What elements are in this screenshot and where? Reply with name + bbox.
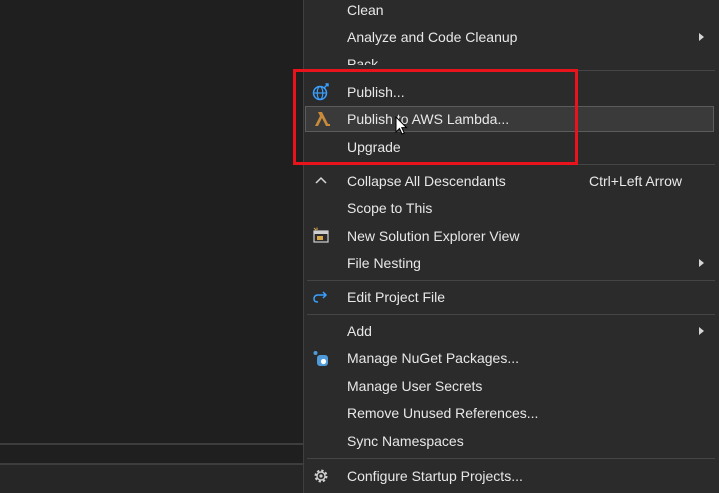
menu-item-label: New Solution Explorer View (347, 228, 520, 244)
menu-item-analyze-code-cleanup[interactable]: Analyze and Code Cleanup (304, 24, 718, 50)
menu-item-file-nesting[interactable]: File Nesting (304, 250, 718, 276)
nuget-icon (312, 349, 330, 367)
menu-item-label: Manage User Secrets (347, 378, 483, 394)
menu-separator (307, 280, 715, 281)
menu-separator (307, 458, 715, 459)
edit-redo-arrow-icon (312, 288, 330, 306)
panel-divider (0, 443, 303, 445)
menu-item-remove-unused-references[interactable]: Remove Unused References... (304, 400, 718, 426)
menu-item-manage-nuget-packages[interactable]: Manage NuGet Packages... (304, 345, 718, 371)
menu-item-sync-namespaces[interactable]: Sync Namespaces (304, 428, 718, 454)
menu-item-label: Remove Unused References... (347, 405, 539, 421)
menu-item-add[interactable]: Add (304, 318, 718, 344)
menu-item-configure-startup-projects[interactable]: Configure Startup Projects... (304, 463, 718, 489)
menu-item-label: Pack (347, 56, 379, 65)
menu-item-clean[interactable]: Clean (304, 0, 718, 23)
chevron-right-icon (699, 327, 704, 335)
menu-item-edit-project-file[interactable]: Edit Project File (304, 284, 718, 310)
menu-item-new-solution-explorer-view[interactable]: New Solution Explorer View (304, 223, 718, 249)
menu-item-label: Manage NuGet Packages... (347, 350, 519, 366)
menu-item-label: Clean (347, 2, 384, 18)
menu-item-scope-to-this[interactable]: Scope to This (304, 195, 718, 221)
editor-background-pane (0, 0, 303, 493)
menu-item-pack[interactable]: Pack (304, 51, 718, 65)
chevron-right-icon (699, 259, 704, 267)
menu-item-label: File Nesting (347, 255, 421, 271)
menu-item-label: Configure Startup Projects... (347, 468, 523, 484)
annotation-highlight-box (293, 69, 578, 165)
chevron-up-icon (312, 172, 330, 190)
bottom-panel-strip (0, 464, 303, 493)
panel-divider-lower (0, 463, 303, 465)
new-window-icon (312, 227, 330, 245)
shortcut-label: Ctrl+Left Arrow (589, 173, 682, 189)
gear-icon (312, 467, 330, 485)
mouse-pointer-icon (395, 116, 408, 135)
menu-item-label: Collapse All Descendants (347, 173, 506, 189)
menu-item-label: Add (347, 323, 372, 339)
menu-item-label: Analyze and Code Cleanup (347, 29, 518, 45)
menu-separator (307, 314, 715, 315)
menu-item-collapse-all-descendants[interactable]: Collapse All Descendants Ctrl+Left Arrow (304, 168, 718, 194)
menu-item-label: Sync Namespaces (347, 433, 464, 449)
menu-item-manage-user-secrets[interactable]: Manage User Secrets (304, 373, 718, 399)
menu-item-label: Scope to This (347, 200, 433, 216)
menu-item-label: Edit Project File (347, 289, 446, 305)
chevron-right-icon (699, 33, 704, 41)
